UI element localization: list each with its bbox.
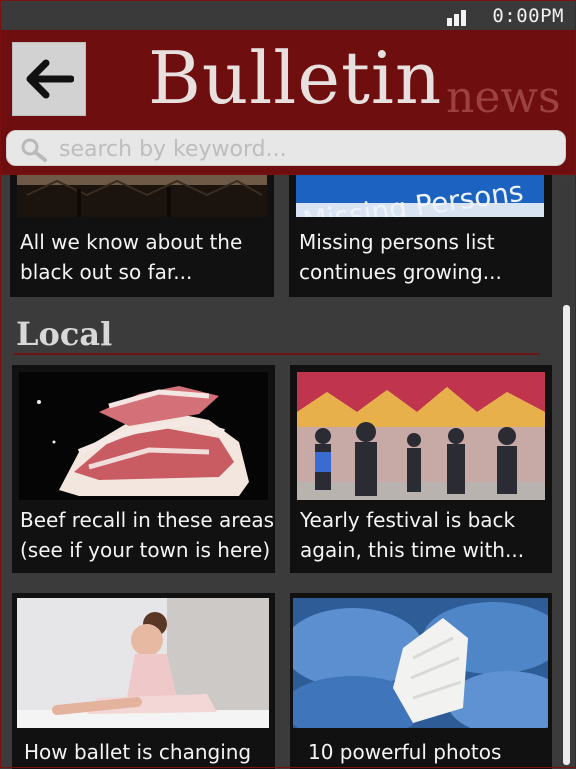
back-button[interactable] [12,42,86,116]
search-bar [0,124,576,174]
article-image-beef [19,372,268,500]
article-card-blackout[interactable]: All we know about the black out so far..… [10,175,274,297]
clock: 0:00PM [492,5,564,27]
status-bar: 0:00PM [0,0,576,30]
section-divider [14,353,540,355]
arrow-left-icon [26,59,74,99]
brand-title: Bulletin [148,36,443,120]
article-image-blackout [17,175,267,217]
signal-icon [447,8,466,26]
search-icon [21,138,47,162]
article-title: Beef recall in these areas (see if your … [20,508,275,562]
article-title: 10 powerful photos [308,740,502,764]
article-image-yarn [293,598,548,728]
scrollbar-thumb[interactable] [563,305,570,765]
article-feed[interactable]: All we know about the black out so far..… [0,174,576,769]
article-title: All we know about the black out so far..… [20,230,243,284]
article-card-photos[interactable]: 10 powerful photos [290,593,552,769]
article-card-festival[interactable]: Yearly festival is back again, this time… [290,365,552,573]
article-title: How ballet is changing [24,740,252,764]
article-image-missing-persons: Missing Persons [296,175,544,217]
search-box[interactable] [6,130,566,166]
article-title: Yearly festival is back again, this time… [300,508,525,562]
article-image-ballet [17,598,269,728]
app-header: Bulletin news [0,30,576,124]
article-title: Missing persons list continues growing..… [299,230,502,284]
brand-suffix: news [446,72,561,123]
article-image-festival [297,372,545,500]
article-card-beef-recall[interactable]: Beef recall in these areas (see if your … [12,365,275,573]
article-card-ballet[interactable]: How ballet is changing [12,593,275,769]
article-card-missing-persons[interactable]: Missing Persons Missing persons list con… [289,175,552,297]
section-heading-local: Local [16,315,113,353]
search-input[interactable] [57,134,551,164]
